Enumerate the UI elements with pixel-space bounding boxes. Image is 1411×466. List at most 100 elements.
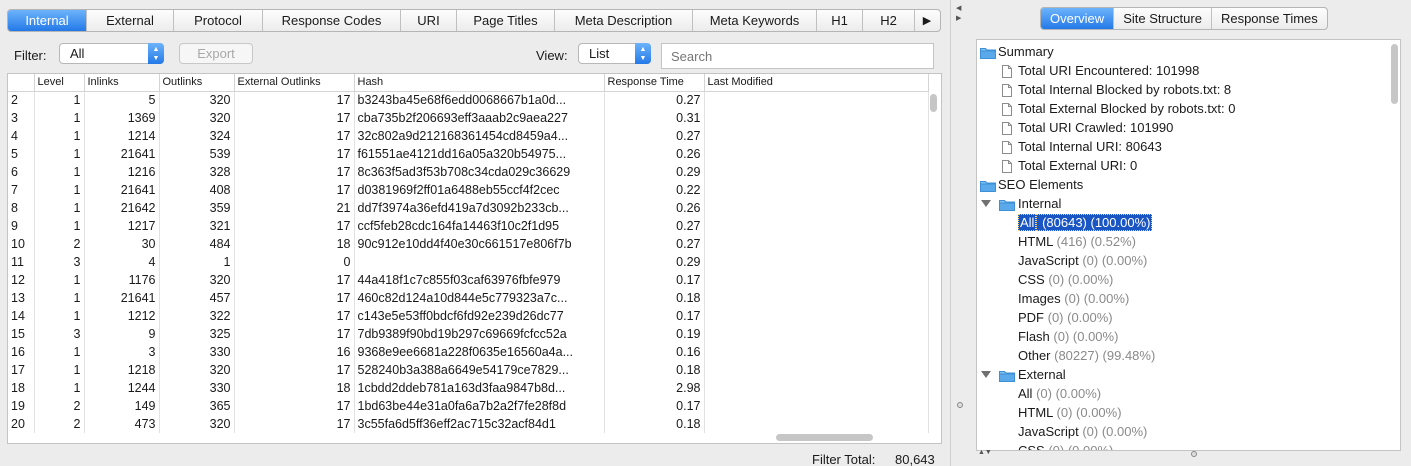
col-header-inlinks[interactable]: Inlinks (84, 74, 160, 92)
tree-node-stats: (0) (0.00%) (1078, 253, 1148, 268)
table-row[interactable]: 19 2 149 365 17 1bd63be44e31a0fa6a7b2a2f7fe28… (8, 397, 929, 415)
search-input[interactable] (661, 43, 934, 69)
cell-inlinks: 1216 (84, 163, 160, 181)
tab-protocol[interactable]: Protocol (174, 10, 263, 31)
tab-meta-keywords[interactable]: Meta Keywords (693, 10, 817, 31)
tab-overview[interactable]: Overview (1041, 8, 1115, 29)
tab-response-codes[interactable]: Response Codes (263, 10, 401, 31)
table-row[interactable]: 10 2 30 484 18 90c912e10dd4f40e30c661517e806f… (8, 235, 929, 253)
cell-level: 1 (34, 271, 85, 289)
cell-external-outlinks: 17 (234, 109, 355, 127)
cell-inlinks: 1218 (84, 361, 160, 379)
tab-meta-description[interactable]: Meta Description (555, 10, 693, 31)
col-header-response-time[interactable]: Response Time (604, 74, 705, 92)
filter-select[interactable]: All ▲ ▼ (59, 43, 164, 64)
tab-site-structure[interactable]: Site Structure (1114, 8, 1212, 29)
tree-node-label: Internal (1018, 196, 1062, 211)
table-row[interactable]: 14 1 1212 322 17 c143e5e53ff0bdcf6fd92e239d26… (8, 307, 929, 325)
cell-external-outlinks: 17 (234, 91, 355, 109)
tree-node-stats: (80227) (99.48%) (1050, 348, 1156, 363)
drag-handle-icon[interactable] (1191, 451, 1197, 457)
cell-inlinks: 21641 (84, 145, 160, 163)
cell-hash: 3c55fa6d5ff36eff2ac715c32acf84d1 (354, 415, 605, 433)
vertical-scrollbar[interactable] (930, 94, 937, 112)
cell-index: 12 (8, 271, 35, 289)
table-row[interactable]: 9 1 1217 321 17 ccf5feb28cdc164fa14463f10c2f1… (8, 217, 929, 235)
cell-level: 1 (34, 307, 85, 325)
expand-triangle-icon[interactable] (981, 200, 991, 207)
cell-last-modified (704, 181, 929, 199)
horizontal-scrollbar[interactable] (776, 434, 873, 441)
tab-external[interactable]: External (87, 10, 174, 31)
cell-level: 1 (34, 181, 85, 199)
tab-page-titles[interactable]: Page Titles (457, 10, 555, 31)
col-header-hash[interactable]: Hash (354, 74, 605, 92)
cell-response-time: 0.22 (604, 181, 705, 199)
cell-response-time: 0.27 (604, 217, 705, 235)
cell-response-time: 0.31 (604, 109, 705, 127)
cell-response-time: 0.17 (604, 271, 705, 289)
table-row[interactable]: 17 1 1218 320 17 528240b3a388a6649e54179ce782… (8, 361, 929, 379)
table-row[interactable]: 11 3 4 1 0 0.29 (8, 253, 929, 271)
table-row[interactable]: 16 1 3 330 16 9368e9ee6681a228f0635e16560a4a.… (8, 343, 929, 361)
collapse-right-icon[interactable]: ▶ (956, 14, 961, 22)
table-row[interactable]: 18 1 1244 330 18 1cbdd2ddeb781a163d3faa9847b8… (8, 379, 929, 397)
filter-total-label: Filter Total: (812, 452, 876, 466)
cell-external-outlinks: 0 (234, 253, 355, 271)
table-row[interactable]: 3 1 1369 320 17 cba735b2f206693eff3aaab2c9aea… (8, 109, 929, 127)
drag-handle-icon[interactable] (957, 402, 963, 408)
split-divider[interactable]: ◀ ▶ (950, 0, 968, 466)
expand-triangle-icon[interactable] (981, 371, 991, 378)
cell-external-outlinks: 17 (234, 271, 355, 289)
updown-chevron-icon: ▲ ▼ (148, 43, 164, 64)
table-row[interactable]: 15 3 9 325 17 7db9389f90bd19b297c69669fcfcc52… (8, 325, 929, 343)
cell-index: 16 (8, 343, 35, 361)
results-table[interactable]: Level Inlinks Outlinks External Outlinks… (7, 73, 942, 444)
table-row[interactable]: 13 1 21641 457 17 460c82d124a10d844e5c779323a… (8, 289, 929, 307)
tab-bar: Internal External Protocol Response Code… (7, 9, 941, 32)
cell-level: 1 (34, 163, 85, 181)
overview-tree[interactable]: Summary Total URI Encountered: 101998 Tota… (976, 39, 1401, 451)
cell-response-time: 0.18 (604, 289, 705, 307)
filter-label: Filter: (14, 48, 47, 63)
col-header-level[interactable]: Level (34, 74, 85, 92)
view-select[interactable]: List ▲ ▼ (578, 43, 651, 64)
export-button[interactable]: Export (179, 43, 253, 64)
cell-level: 2 (34, 235, 85, 253)
col-header-index[interactable] (8, 74, 35, 92)
cell-response-time: 0.17 (604, 307, 705, 325)
collapse-left-icon[interactable]: ◀ (956, 4, 961, 12)
cell-last-modified (704, 307, 929, 325)
cell-external-outlinks: 21 (234, 199, 355, 217)
table-row[interactable]: 6 1 1216 328 17 8c363f5ad3f53b708c34cda029c36… (8, 163, 929, 181)
folder-icon (980, 178, 996, 192)
table-row[interactable]: 5 1 21641 539 17 f61551ae4121dd16a05a320b5497… (8, 145, 929, 163)
table-row[interactable]: 12 1 1176 320 17 44a418f1c7c855f03caf63976fbf… (8, 271, 929, 289)
cell-response-time: 0.19 (604, 325, 705, 343)
cell-last-modified (704, 217, 929, 235)
col-header-last-modified[interactable]: Last Modified (704, 74, 929, 92)
tab-response-times[interactable]: Response Times (1212, 8, 1327, 29)
table-row[interactable]: 4 1 1214 324 17 32c802a9d212168361454cd8459a4… (8, 127, 929, 145)
table-row[interactable]: 2 1 5 320 17 b3243ba45e68f6edd0068667b1a0d...… (8, 91, 929, 109)
cell-index: 18 (8, 379, 35, 397)
tree-vertical-scrollbar[interactable] (1391, 44, 1398, 104)
table-row[interactable]: 20 2 473 320 17 3c55fa6d5ff36eff2ac715c32acf8… (8, 415, 929, 433)
tree-node-label: Flash (1018, 329, 1050, 344)
updown-chevron-icon: ▲ ▼ (635, 43, 651, 64)
cell-index: 3 (8, 109, 35, 127)
table-row[interactable]: 8 1 21642 359 21 dd7f3974a36efd419a7d3092b233… (8, 199, 929, 217)
tab-h2[interactable]: H2 (863, 10, 915, 31)
tab-uri[interactable]: URI (401, 10, 457, 31)
tab-h1[interactable]: H1 (817, 10, 863, 31)
col-header-external-outlinks[interactable]: External Outlinks (234, 74, 355, 92)
tab-internal[interactable]: Internal (8, 10, 87, 31)
cell-outlinks: 539 (159, 145, 235, 163)
cell-last-modified (704, 163, 929, 181)
table-row[interactable]: 7 1 21641 408 17 d0381969f2ff01a6488eb55ccf4f… (8, 181, 929, 199)
col-header-outlinks[interactable]: Outlinks (159, 74, 235, 92)
cell-hash: c143e5e53ff0bdcf6fd92e239d26dc77 (354, 307, 605, 325)
cell-level: 1 (34, 145, 85, 163)
tab-scroll-right-icon[interactable]: ▶ (915, 10, 939, 31)
sort-arrows-icon[interactable]: ▲▼ (978, 449, 992, 456)
